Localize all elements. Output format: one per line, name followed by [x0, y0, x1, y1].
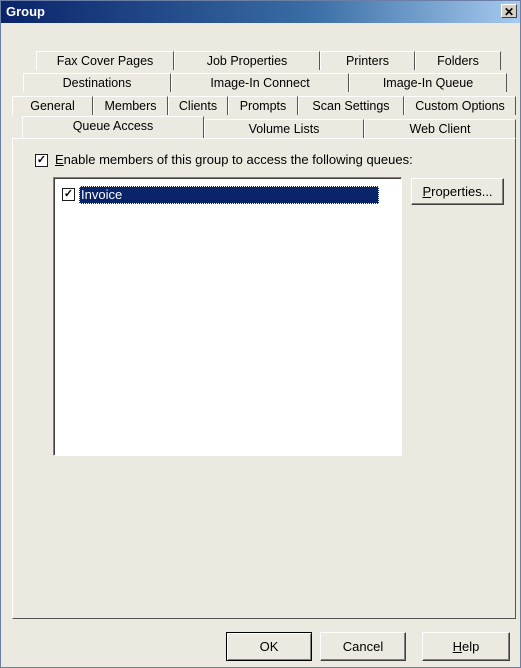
check-icon: ✓	[36, 154, 47, 166]
tab-folders[interactable]: Folders	[415, 51, 501, 70]
mnemonic: P	[422, 184, 432, 199]
tab-web-client[interactable]: Web Client	[364, 119, 516, 138]
label-text: nable members of this group to access th…	[63, 152, 413, 167]
tab-custom-options[interactable]: Custom Options	[404, 96, 516, 115]
close-icon: ✕	[503, 5, 515, 19]
title-bar: Group ✕	[1, 1, 520, 23]
tab-label: Volume Lists	[248, 122, 320, 136]
enable-queues-label[interactable]: Enable members of this group to access t…	[55, 152, 413, 167]
tab-label: Folders	[437, 54, 479, 68]
tab-label: Web Client	[409, 122, 471, 136]
mnemonic: H	[452, 639, 463, 654]
tab-label: Image-In Connect	[210, 76, 310, 90]
queue-name: Invoice	[79, 186, 379, 204]
list-item[interactable]: ✓ Invoice	[62, 186, 380, 204]
tab-image-in-connect[interactable]: Image-In Connect	[171, 73, 349, 92]
queue-list[interactable]: ✓ Invoice	[53, 177, 402, 456]
enable-queues-checkbox[interactable]: ✓	[35, 154, 48, 167]
tab-label: Members	[104, 99, 157, 113]
button-label: elp	[462, 639, 480, 654]
tab-scan-settings[interactable]: Scan Settings	[298, 96, 404, 115]
tab-job-properties[interactable]: Job Properties	[174, 51, 320, 70]
window-title: Group	[6, 4, 45, 19]
tab-label: General	[30, 99, 75, 113]
tab-label: Scan Settings	[312, 99, 390, 113]
button-label: roperties...	[431, 184, 493, 199]
tab-printers[interactable]: Printers	[320, 51, 415, 70]
help-button[interactable]: Help	[422, 632, 510, 661]
tab-members[interactable]: Members	[93, 96, 168, 115]
tab-image-in-queue[interactable]: Image-In Queue	[349, 73, 507, 92]
queue-checkbox[interactable]: ✓	[62, 188, 75, 201]
tab-label: Custom Options	[415, 99, 505, 113]
tab-volume-lists[interactable]: Volume Lists	[204, 119, 364, 138]
tab-fax-cover-pages[interactable]: Fax Cover Pages	[36, 51, 174, 70]
check-icon: ✓	[63, 188, 74, 200]
close-button[interactable]: ✕	[501, 4, 517, 19]
tab-label: Fax Cover Pages	[56, 54, 154, 68]
tab-label: Queue Access	[72, 119, 154, 133]
tab-label: Destinations	[62, 76, 132, 90]
group-dialog: Group ✕ Fax Cover Pages Job Properties P…	[0, 0, 521, 668]
tab-queue-access[interactable]: Queue Access	[22, 116, 204, 138]
properties-button[interactable]: Properties...	[411, 178, 504, 205]
tab-label: Clients	[178, 99, 218, 113]
tab-general[interactable]: General	[12, 96, 93, 115]
tab-clients[interactable]: Clients	[168, 96, 228, 115]
button-label: Cancel	[342, 639, 384, 654]
tab-label: Prompts	[239, 99, 287, 113]
tab-label: Printers	[345, 54, 390, 68]
cancel-button[interactable]: Cancel	[320, 632, 406, 661]
tab-destinations[interactable]: Destinations	[23, 73, 171, 92]
tab-prompts[interactable]: Prompts	[228, 96, 298, 115]
tab-label: Job Properties	[206, 54, 288, 68]
tab-label: Image-In Queue	[382, 76, 474, 90]
mnemonic: E	[55, 152, 64, 167]
ok-button[interactable]: OK	[226, 632, 312, 661]
button-label: OK	[259, 639, 279, 654]
